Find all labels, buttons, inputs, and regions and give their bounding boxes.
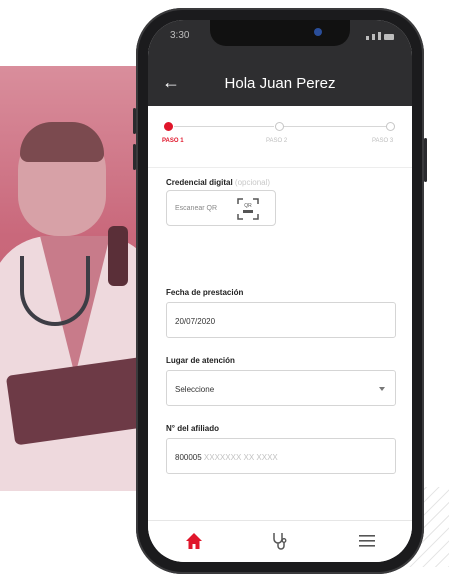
- doctor-hair: [20, 122, 104, 162]
- credential-label: Credencial digital (opcional): [166, 178, 271, 187]
- step-1-dot[interactable]: [164, 122, 173, 131]
- member-number-value: 800005 XXXXXXX XX XXXX: [175, 453, 278, 462]
- place-select[interactable]: Seleccione: [166, 370, 396, 406]
- stethoscope-icon[interactable]: [270, 531, 290, 551]
- volume-down-button: [133, 144, 136, 170]
- camera-icon: [314, 28, 322, 36]
- member-label: N° del afiliado: [166, 424, 219, 433]
- optional-hint: (opcional): [234, 178, 271, 187]
- scan-qr-label: Escanear QR: [175, 205, 218, 212]
- bottom-nav: [148, 520, 412, 562]
- place-label: Lugar de atención: [166, 356, 235, 365]
- stethoscope-graphic: [20, 256, 90, 326]
- status-bar: 3:30: [148, 20, 412, 62]
- step-3-label: PASO 3: [372, 138, 394, 144]
- doctor-phone: [108, 226, 128, 286]
- qr-badge-text: QR: [244, 203, 252, 209]
- stepper-divider: [148, 167, 412, 168]
- signal-icon: [366, 32, 394, 40]
- chevron-down-icon: [379, 387, 385, 391]
- member-number-input[interactable]: 800005 XXXXXXX XX XXXX: [166, 438, 396, 474]
- step-2-dot[interactable]: [275, 122, 284, 131]
- step-1-label: PASO 1: [162, 138, 184, 144]
- app-bar: ← Hola Juan Perez: [148, 62, 412, 106]
- menu-icon[interactable]: [358, 533, 376, 549]
- scan-qr-button[interactable]: Escanear QR QR: [166, 190, 276, 226]
- date-input[interactable]: 20/07/2020: [166, 302, 396, 338]
- home-icon[interactable]: [184, 531, 204, 551]
- notch: [210, 20, 350, 46]
- volume-up-button: [133, 108, 136, 134]
- date-label: Fecha de prestación: [166, 288, 244, 297]
- qr-scan-icon: QR: [237, 198, 259, 220]
- step-3-dot[interactable]: [386, 122, 395, 131]
- stepper: PASO 1 PASO 2 PASO 3: [162, 120, 398, 160]
- phone-mockup: 3:30 ← Hola Juan Perez PASO 1 PASO 2 PAS…: [133, 8, 427, 574]
- step-connector: [174, 126, 274, 127]
- phone-screen: 3:30 ← Hola Juan Perez PASO 1 PASO 2 PAS…: [148, 20, 412, 562]
- status-time: 3:30: [170, 30, 190, 41]
- power-button: [424, 138, 427, 182]
- page-title: Hola Juan Perez: [224, 75, 336, 92]
- step-connector: [284, 126, 388, 127]
- step-2-label: PASO 2: [266, 138, 288, 144]
- date-value: 20/07/2020: [175, 317, 216, 326]
- place-value: Seleccione: [175, 385, 215, 394]
